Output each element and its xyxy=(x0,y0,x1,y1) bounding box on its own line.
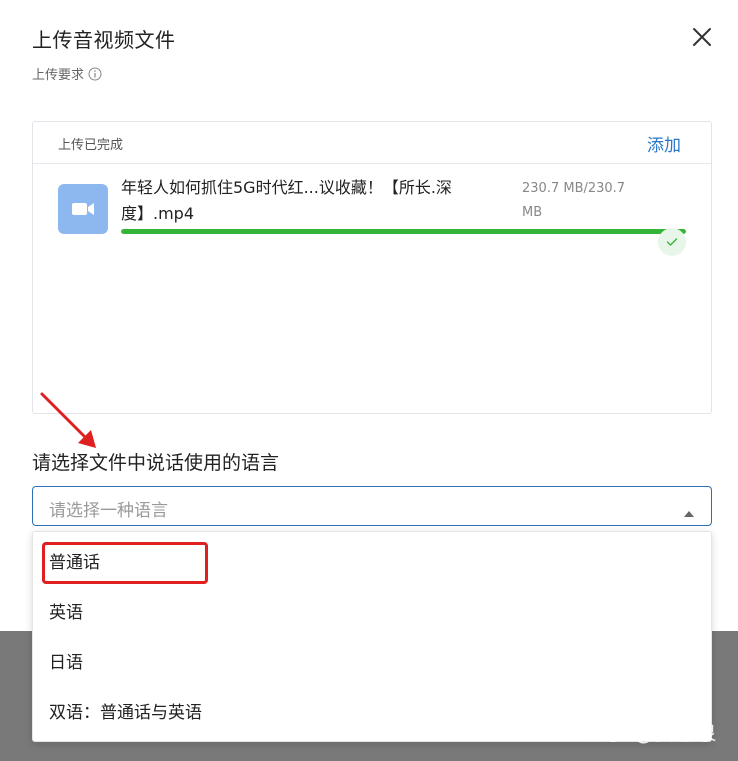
caret-up-icon xyxy=(683,503,695,517)
requirements-label: 上传要求 xyxy=(32,68,85,83)
upload-progress-fill xyxy=(121,229,686,234)
language-select[interactable]: 请选择一种语言 xyxy=(32,486,712,526)
upload-list-header: 上传已完成 添加 xyxy=(33,122,711,164)
language-select-placeholder: 请选择一种语言 xyxy=(49,501,168,521)
upload-list-panel: 上传已完成 添加 年轻人如何抓住5G时代红...议收藏！【所长.深度】.mp4 … xyxy=(32,121,712,414)
annotation-highlight-box xyxy=(42,542,208,584)
language-option-english[interactable]: 英语 xyxy=(33,589,711,637)
upload-status-text: 上传已完成 xyxy=(58,138,124,153)
language-option-japanese[interactable]: 日语 xyxy=(33,639,711,687)
upload-requirements[interactable]: 上传要求 xyxy=(32,64,102,83)
file-size: 230.7 MB/230.7 MB xyxy=(522,181,626,220)
check-icon xyxy=(658,228,686,256)
video-camera-icon xyxy=(58,184,108,234)
annotation-arrow xyxy=(40,392,96,448)
file-name: 年轻人如何抓住5G时代红...议收藏！【所长.深度】.mp4 xyxy=(121,178,452,223)
file-item: 年轻人如何抓住5G时代红...议收藏！【所长.深度】.mp4 230.7 MB/… xyxy=(33,164,711,256)
upload-progress-bar xyxy=(121,229,686,234)
dialog-title: 上传音视频文件 xyxy=(32,28,176,52)
close-icon[interactable] xyxy=(690,25,714,49)
info-icon[interactable] xyxy=(88,67,102,81)
watermark-text: 知乎 @贵志泉 xyxy=(584,721,718,745)
language-label: 请选择文件中说话使用的语言 xyxy=(32,452,280,474)
add-file-link[interactable]: 添加 xyxy=(647,131,681,156)
